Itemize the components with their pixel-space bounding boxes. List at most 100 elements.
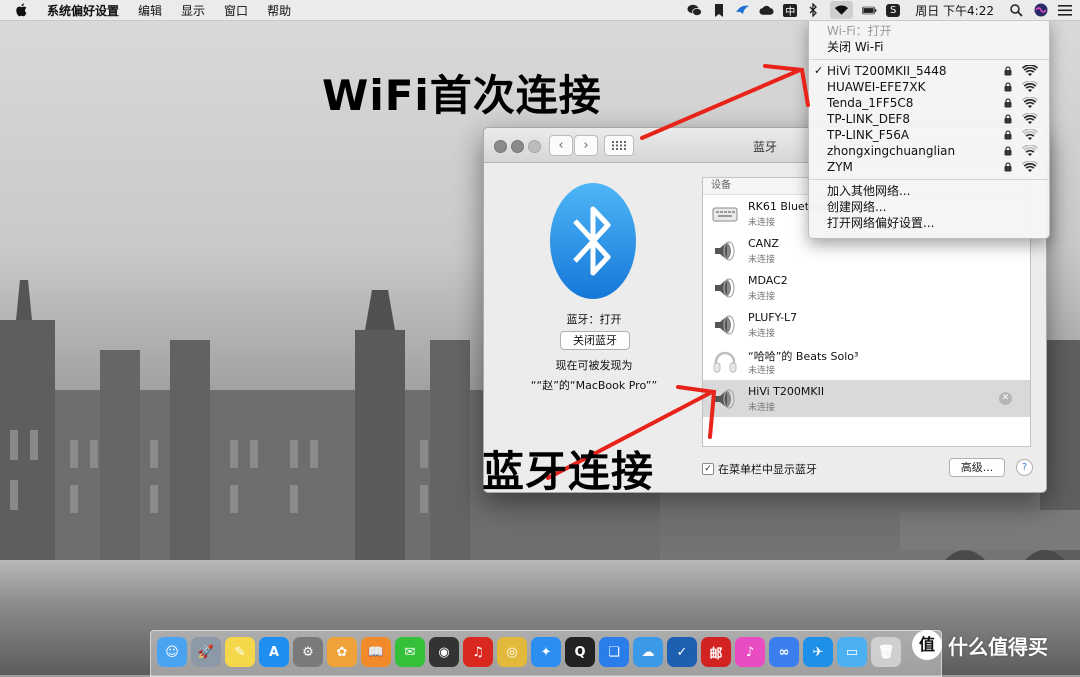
tasks-icon[interactable]: ✓	[667, 637, 697, 667]
device-status: 未连接	[748, 403, 776, 413]
wifi-status: Wi-Fi：打开	[827, 24, 892, 38]
show-in-menubar-checkbox[interactable]: ✓	[702, 463, 714, 475]
system-preferences-icon[interactable]: ⚙	[293, 637, 323, 667]
menu-window[interactable]: 窗口	[224, 2, 248, 19]
wifi-signal-icon	[1022, 113, 1038, 124]
wifi-toggle[interactable]: 关闭 Wi-Fi	[809, 39, 1049, 55]
device-row[interactable]: MDAC2 未连接	[703, 269, 1030, 306]
device-row[interactable]: PLUFY-L7 未连接	[703, 306, 1030, 343]
device-name: HiVi T200MKII	[748, 385, 825, 398]
wifi-icon[interactable]	[830, 1, 854, 19]
lock-icon	[1004, 98, 1012, 108]
menu-view[interactable]: 显示	[181, 2, 205, 19]
menu-help[interactable]: 帮助	[267, 2, 291, 19]
bookmark-icon[interactable]	[711, 3, 726, 18]
launchpad-icon[interactable]: 🚀	[191, 637, 221, 667]
feishu-icon[interactable]: ✈	[803, 637, 833, 667]
advanced-button[interactable]: 高级...	[949, 458, 1005, 477]
device-name: MDAC2	[748, 274, 788, 287]
device-name: PLUFY-L7	[748, 311, 798, 324]
help-button[interactable]: ?	[1016, 459, 1033, 476]
cloud-app-icon[interactable]: ☁	[633, 637, 663, 667]
wifi-network-item[interactable]: ✓ HiVi T200MKII_5448	[809, 63, 1049, 79]
battery-icon[interactable]	[862, 3, 877, 18]
menu-clock[interactable]: 周日 下午4:22	[915, 2, 994, 19]
bird-icon[interactable]	[735, 3, 750, 18]
show-in-menubar-label: 在菜单栏中显示蓝牙	[718, 463, 817, 476]
turn-off-bluetooth-button[interactable]: 关闭蓝牙	[560, 331, 630, 350]
itunes-icon[interactable]: ♪	[735, 637, 765, 667]
wifi-signal-icon	[1022, 97, 1038, 108]
speaker-app-icon[interactable]: ◉	[429, 637, 459, 667]
cloud-icon[interactable]	[759, 3, 774, 18]
ibooks-icon[interactable]: 📖	[361, 637, 391, 667]
wifi-dropdown-menu: Wi-Fi：打开 关闭 Wi-Fi ✓ HiVi T200MKII_5448 HUA…	[808, 19, 1050, 239]
chrome-icon[interactable]: ◎	[497, 637, 527, 667]
search-icon[interactable]	[1009, 3, 1024, 18]
bluetooth-status: 蓝牙：打开	[566, 313, 622, 326]
device-name: “哈哈”的 Beats Solo³	[748, 350, 859, 363]
wifi-network-item[interactable]: ZYM	[809, 159, 1049, 175]
wifi-network-item[interactable]: TP-LINK_DEF8	[809, 111, 1049, 127]
wifi-network-item[interactable]: HUAWEI-EFE7XK	[809, 79, 1049, 95]
device-status: 未连接	[748, 329, 776, 339]
checkmark-icon: ✓	[814, 64, 824, 77]
wifi-network-name: ZYM	[827, 160, 853, 174]
apple-icon[interactable]	[16, 3, 28, 17]
open-network-prefs[interactable]: 打开网络偏好设置...	[809, 215, 1049, 231]
bluetooth-logo-icon	[550, 183, 636, 299]
device-row[interactable]: HiVi T200MKII 未连接 ✕	[703, 380, 1030, 417]
input-zh-icon[interactable]: 中	[783, 3, 798, 18]
device-status: 未连接	[748, 218, 776, 228]
wifi-network-item[interactable]: zhongxingchuanglian	[809, 143, 1049, 159]
watermark-text: 什么值得买	[948, 634, 1048, 659]
wechat-icon[interactable]	[687, 3, 703, 18]
watermark: 值 什么值得买	[912, 630, 1048, 660]
wifi-network-list: ✓ HiVi T200MKII_5448 HUAWEI-EFE7XK Tenda_1F…	[809, 63, 1049, 175]
folder-icon[interactable]: ▭	[837, 637, 867, 667]
join-other-network[interactable]: 加入其他网络...	[809, 183, 1049, 199]
wifi-signal-icon	[1022, 145, 1038, 156]
finder-icon[interactable]: ☺	[157, 637, 187, 667]
wifi-network-name: HUAWEI-EFE7XK	[827, 80, 926, 94]
menu-edit[interactable]: 编辑	[138, 2, 162, 19]
netease-music-icon[interactable]: ♫	[463, 637, 493, 667]
s-app-icon[interactable]: S	[886, 3, 901, 17]
list-icon[interactable]	[1057, 3, 1072, 18]
headphones-icon	[713, 351, 737, 373]
menu-app-name[interactable]: 系统偏好设置	[47, 2, 119, 19]
safari-icon[interactable]: ✦	[531, 637, 561, 667]
notes-icon[interactable]: ✎	[225, 637, 255, 667]
wifi-network-item[interactable]: Tenda_1FF5C8	[809, 95, 1049, 111]
wechat-icon[interactable]: ✉	[395, 637, 425, 667]
show-in-menubar-option[interactable]: ✓ 在菜单栏中显示蓝牙	[702, 461, 817, 477]
remove-device-icon[interactable]: ✕	[999, 392, 1012, 405]
wifi-network-item[interactable]: TP-LINK_F56A	[809, 127, 1049, 143]
lock-icon	[1004, 162, 1012, 172]
lock-icon	[1004, 146, 1012, 156]
speaker-icon	[715, 315, 735, 335]
siri-icon[interactable]	[1033, 3, 1048, 18]
create-network[interactable]: 创建网络...	[809, 199, 1049, 215]
bookmark-app-icon[interactable]: ❏	[599, 637, 629, 667]
device-status: 未连接	[748, 366, 776, 376]
lock-icon	[1004, 66, 1012, 76]
wifi-network-name: zhongxingchuanglian	[827, 144, 956, 158]
menu-separator	[809, 59, 1049, 60]
baidu-netdisk-icon[interactable]: ∞	[769, 637, 799, 667]
wifi-network-name: HiVi T200MKII_5448	[827, 64, 947, 78]
mail-app-icon[interactable]: 邮	[701, 637, 731, 667]
lock-icon	[1004, 114, 1012, 124]
bluetooth-icon[interactable]	[806, 3, 821, 18]
wifi-signal-icon	[1022, 129, 1038, 140]
device-name: CANZ	[748, 237, 779, 250]
photos-icon[interactable]: ✿	[327, 637, 357, 667]
qq-icon[interactable]: Q	[565, 637, 595, 667]
wifi-network-name: Tenda_1FF5C8	[827, 96, 914, 110]
speaker-icon	[715, 389, 735, 409]
device-row[interactable]: “哈哈”的 Beats Solo³ 未连接	[703, 343, 1030, 380]
wifi-network-name: TP-LINK_F56A	[827, 128, 910, 142]
appstore-icon[interactable]: A	[259, 637, 289, 667]
menu-separator	[809, 179, 1049, 180]
trash-icon[interactable]: 🗑	[871, 637, 901, 667]
